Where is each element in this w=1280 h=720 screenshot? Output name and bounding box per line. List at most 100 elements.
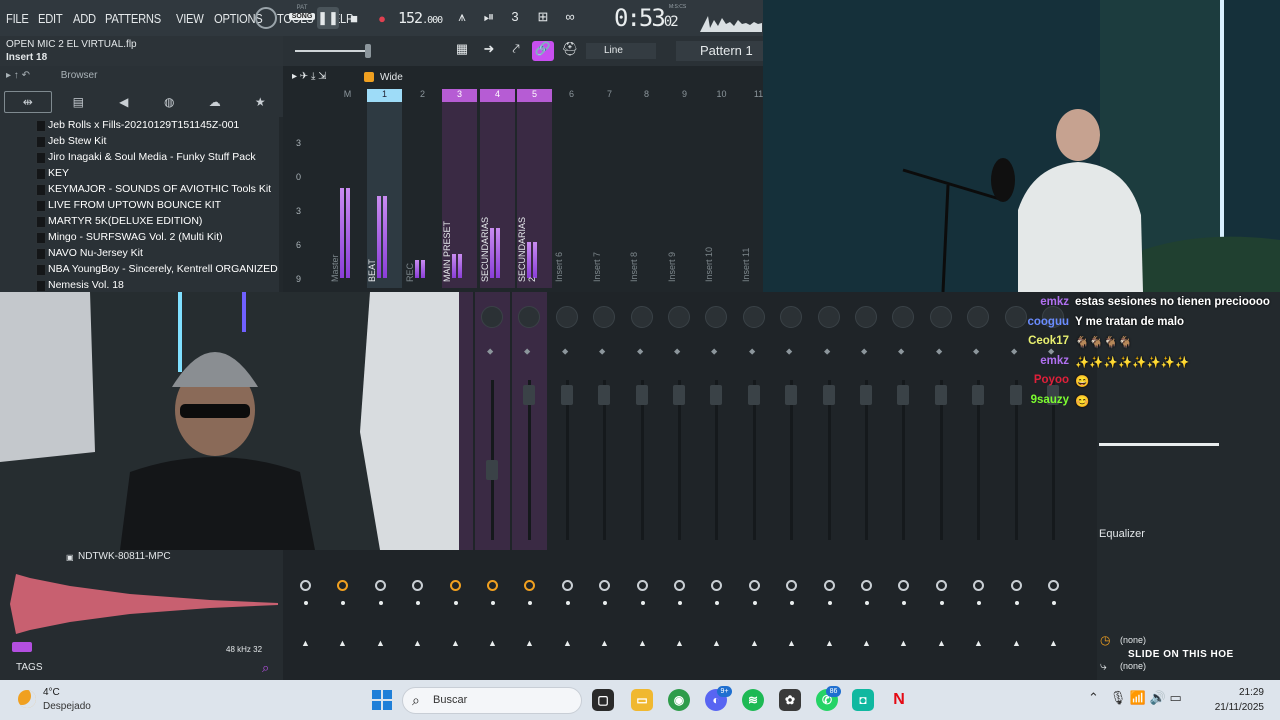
- mixer-channel-strip[interactable]: SECUNDARIAS 2: [517, 102, 552, 288]
- channel-number[interactable]: 4: [480, 89, 515, 102]
- swap-icon[interactable]: ⬥: [824, 346, 830, 357]
- piano-roll-icon[interactable]: ▦: [451, 41, 473, 61]
- folder-item[interactable]: NAVO Nu-Jersey Kit: [0, 245, 279, 261]
- hat-icon[interactable]: ⛑: [559, 41, 581, 61]
- swap-icon[interactable]: ⬥: [973, 346, 979, 357]
- swap-icon[interactable]: ⬥: [786, 346, 792, 357]
- route-dot[interactable]: [940, 601, 944, 605]
- route-dot[interactable]: [678, 601, 682, 605]
- route-arrow-icon[interactable]: ▲: [413, 638, 422, 648]
- fader-thumb[interactable]: [935, 385, 947, 405]
- route-arrow-icon[interactable]: ▲: [1049, 638, 1058, 648]
- route-dot[interactable]: [753, 601, 757, 605]
- swap-icon[interactable]: ⬥: [898, 346, 904, 357]
- send-knob[interactable]: [300, 580, 311, 591]
- pan-knob[interactable]: [705, 306, 727, 328]
- swap-icon[interactable]: ⬥: [524, 346, 530, 357]
- pan-knob[interactable]: [930, 306, 952, 328]
- route-dot[interactable]: [828, 601, 832, 605]
- battery-icon[interactable]: ▭: [1170, 690, 1182, 705]
- mixer-channel-strip[interactable]: Insert 8: [629, 102, 664, 288]
- folder-item[interactable]: Jeb Rolls x Fills-20210129T151145Z-001: [0, 117, 279, 133]
- mixer-channel-strip[interactable]: SECUNDARIAS: [480, 102, 515, 288]
- file-explorer-icon[interactable]: ▭: [631, 689, 653, 711]
- route-arrow-icon[interactable]: ▲: [451, 638, 460, 648]
- pause-button[interactable]: ❚❚: [317, 7, 339, 29]
- tab-cloud-icon[interactable]: ☁: [192, 95, 238, 109]
- link-icon[interactable]: 🔗: [532, 41, 554, 61]
- route-dot[interactable]: [902, 601, 906, 605]
- route-dot[interactable]: [641, 601, 645, 605]
- taskbar-search[interactable]: [402, 687, 582, 714]
- song-time-display[interactable]: 0:5302: [614, 4, 679, 32]
- clock-date[interactable]: 21/11/2025: [1210, 702, 1264, 713]
- main-pitch-slider-thumb[interactable]: [365, 44, 371, 58]
- swap-icon[interactable]: ⬥: [861, 346, 867, 357]
- moon-icon[interactable]: [18, 690, 36, 708]
- fader-thumb[interactable]: [486, 460, 498, 480]
- send-knob[interactable]: [824, 580, 835, 591]
- countdown-icon[interactable]: 3: [504, 9, 526, 27]
- weather-description[interactable]: Despejado: [43, 701, 91, 712]
- route-dot[interactable]: [304, 601, 308, 605]
- send-knob[interactable]: [637, 580, 648, 591]
- menu-edit[interactable]: EDIT: [38, 11, 63, 26]
- route-dot[interactable]: [715, 601, 719, 605]
- route-dot[interactable]: [790, 601, 794, 605]
- folder-item[interactable]: KEYMAJOR - SOUNDS OF AVIOTHIC Tools Kit: [0, 181, 279, 197]
- folder-item[interactable]: Nemesis Vol. 18: [0, 277, 279, 293]
- mixer-channel-strip[interactable]: Insert 9: [667, 102, 702, 288]
- tab-current-project-icon[interactable]: ▤: [56, 95, 102, 109]
- fader-thumb[interactable]: [636, 385, 648, 405]
- mixer-channel-strip[interactable]: REC: [405, 102, 440, 288]
- route-arrow-icon[interactable]: ▲: [600, 638, 609, 648]
- channel-number[interactable]: 2: [405, 89, 440, 102]
- swap-icon[interactable]: ⬥: [749, 346, 755, 357]
- swap-icon[interactable]: ⬥: [562, 346, 568, 357]
- channel-number[interactable]: 8: [629, 89, 664, 102]
- route-arrow-icon[interactable]: ▲: [712, 638, 721, 648]
- fader-thumb[interactable]: [823, 385, 835, 405]
- pan-knob[interactable]: [481, 306, 503, 328]
- fader-thumb[interactable]: [748, 385, 760, 405]
- send-knob[interactable]: [898, 580, 909, 591]
- tab-favorites-icon[interactable]: ★: [238, 95, 284, 109]
- fx-slider[interactable]: [1099, 443, 1219, 446]
- send-knob[interactable]: [1048, 580, 1059, 591]
- fader-thumb[interactable]: [598, 385, 610, 405]
- route-arrow-icon[interactable]: ▲: [376, 638, 385, 648]
- pan-knob[interactable]: [631, 306, 653, 328]
- route-arrow-icon[interactable]: ▲: [675, 638, 684, 648]
- pan-knob[interactable]: [818, 306, 840, 328]
- channel-number[interactable]: 7: [592, 89, 627, 102]
- browser-nav-icons[interactable]: ▸ ↑ ↶: [6, 70, 30, 81]
- pat-song-toggle[interactable]: PAT SONG: [289, 5, 315, 31]
- pan-knob[interactable]: [668, 306, 690, 328]
- route-dot[interactable]: [379, 601, 383, 605]
- microphone-icon[interactable]: 🎙: [1110, 690, 1127, 705]
- step-edit-icon[interactable]: ⊞: [532, 9, 554, 27]
- route-arrow-icon[interactable]: ▲: [899, 638, 908, 648]
- route-dot[interactable]: [1052, 601, 1056, 605]
- swap-icon[interactable]: ⬥: [711, 346, 717, 357]
- arrow-right-icon[interactable]: ➜: [478, 41, 500, 61]
- route-dot[interactable]: [528, 601, 532, 605]
- pan-knob[interactable]: [518, 306, 540, 328]
- pan-knob[interactable]: [743, 306, 765, 328]
- send-knob[interactable]: [749, 580, 760, 591]
- send-knob[interactable]: [936, 580, 947, 591]
- send-knob[interactable]: [375, 580, 386, 591]
- send-knob[interactable]: [674, 580, 685, 591]
- netflix-icon[interactable]: N: [888, 689, 910, 711]
- route-dot[interactable]: [865, 601, 869, 605]
- pan-knob[interactable]: [780, 306, 802, 328]
- plugin-picker-icon[interactable]: ⤤: [505, 41, 527, 61]
- channel-number[interactable]: 10: [704, 89, 739, 102]
- folder-item[interactable]: Mingo - SURFSWAG Vol. 2 (Multi Kit): [0, 229, 279, 245]
- folder-item[interactable]: KEY: [0, 165, 279, 181]
- tempo-display[interactable]: 152.000: [398, 9, 443, 27]
- channel-number[interactable]: 5: [517, 89, 552, 102]
- folder-item[interactable]: Jiro Inagaki & Soul Media - Funky Stuff …: [0, 149, 279, 165]
- route-arrow-icon[interactable]: ▲: [862, 638, 871, 648]
- swap-icon[interactable]: ⬥: [637, 346, 643, 357]
